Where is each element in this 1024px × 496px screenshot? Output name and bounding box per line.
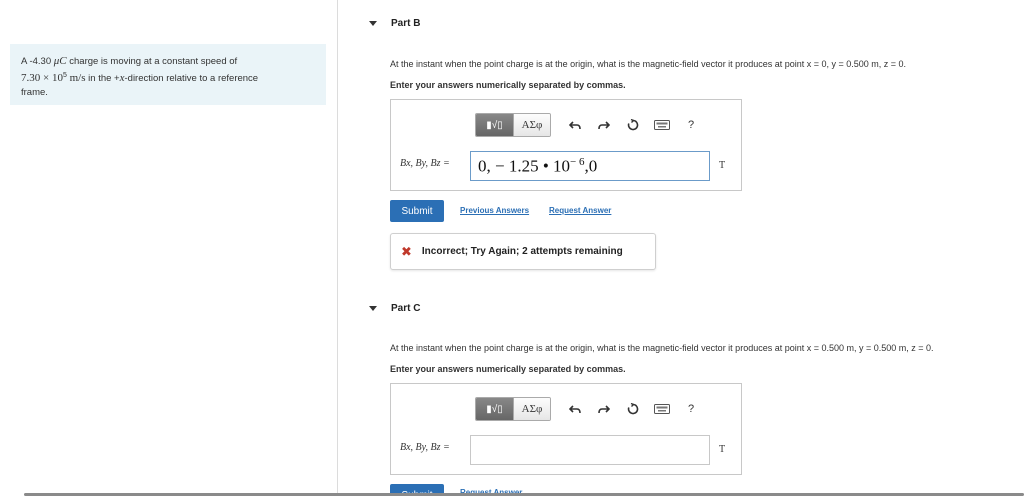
collapse-triangle-icon[interactable] (369, 306, 377, 311)
math-template-button[interactable]: ▮√▯ (476, 398, 514, 420)
part-c-title: Part C (391, 303, 421, 314)
keyboard-icon[interactable] (648, 114, 676, 136)
part-b-answer-box: ▮√▯ ΑΣφ ? Bx, By, Bz = 0, − 1.25 • 10− 6… (390, 99, 742, 191)
part-b-title: Part B (391, 18, 421, 29)
part-c-answer-box: ▮√▯ ΑΣφ ? Bx, By, Bz = T (390, 383, 742, 475)
request-answer-link[interactable]: Request Answer (549, 206, 611, 215)
problem-text: charge is moving at a constant speed of (66, 56, 238, 67)
greek-symbols-button[interactable]: ΑΣφ (514, 114, 550, 136)
reset-icon[interactable] (619, 114, 647, 136)
collapse-triangle-icon[interactable] (369, 21, 377, 26)
problem-statement: A -4.30 μC charge is moving at a constan… (10, 44, 326, 105)
answer-tail: ,0 (584, 156, 598, 176)
speed-unit: m/s (66, 72, 86, 85)
answer-exponent: − 6 (570, 156, 585, 168)
problem-text: frame. (21, 87, 48, 99)
redo-icon[interactable] (590, 114, 618, 136)
part-c-answer-input[interactable] (470, 435, 710, 465)
template-buttons: ▮√▯ ΑΣφ (475, 397, 551, 421)
part-b-submit-button[interactable]: Submit (390, 200, 444, 222)
variable-label: Bx, By, Bz = (400, 158, 450, 169)
unit-label: T (719, 160, 726, 171)
undo-icon[interactable] (561, 114, 589, 136)
feedback-text: Incorrect; Try Again; 2 attempts remaini… (421, 246, 623, 257)
math-toolbar: ▮√▯ ΑΣφ ? (475, 397, 705, 421)
unit-label: T (719, 444, 726, 455)
problem-text: in the + (85, 73, 120, 85)
problem-text: -direction relative to a reference (124, 73, 259, 85)
speed-value: 7.30 × 10 (21, 72, 63, 85)
part-b-instruction: Enter your answers numerically separated… (390, 80, 626, 90)
variable-label: Bx, By, Bz = (400, 442, 450, 453)
help-button[interactable]: ? (677, 398, 705, 420)
undo-icon[interactable] (561, 398, 589, 420)
part-c-header[interactable]: Part C (369, 303, 420, 314)
help-button[interactable]: ? (677, 114, 705, 136)
greek-symbols-button[interactable]: ΑΣφ (514, 398, 550, 420)
feedback-message: ✖ Incorrect; Try Again; 2 attempts remai… (390, 233, 656, 270)
part-c-question: At the instant when the point charge is … (390, 343, 934, 353)
part-b-answer-input[interactable]: 0, − 1.25 • 10− 6,0 (470, 151, 710, 181)
math-toolbar: ▮√▯ ΑΣφ ? (475, 113, 705, 137)
template-buttons: ▮√▯ ΑΣφ (475, 113, 551, 137)
part-c-instruction: Enter your answers numerically separated… (390, 364, 626, 374)
part-b-question: At the instant when the point charge is … (390, 59, 907, 69)
keyboard-icon[interactable] (648, 398, 676, 420)
redo-icon[interactable] (590, 398, 618, 420)
incorrect-icon: ✖ (401, 243, 412, 259)
math-template-button[interactable]: ▮√▯ (476, 114, 514, 136)
charge-unit: μC (53, 55, 67, 67)
previous-answers-link[interactable]: Previous Answers (460, 206, 529, 215)
answer-value: 0, − 1.25 • 10 (478, 156, 571, 176)
problem-panel: A -4.30 μC charge is moving at a constan… (0, 0, 338, 496)
part-b-header[interactable]: Part B (369, 18, 420, 29)
reset-icon[interactable] (619, 398, 647, 420)
problem-text: A -4.30 (21, 56, 54, 67)
